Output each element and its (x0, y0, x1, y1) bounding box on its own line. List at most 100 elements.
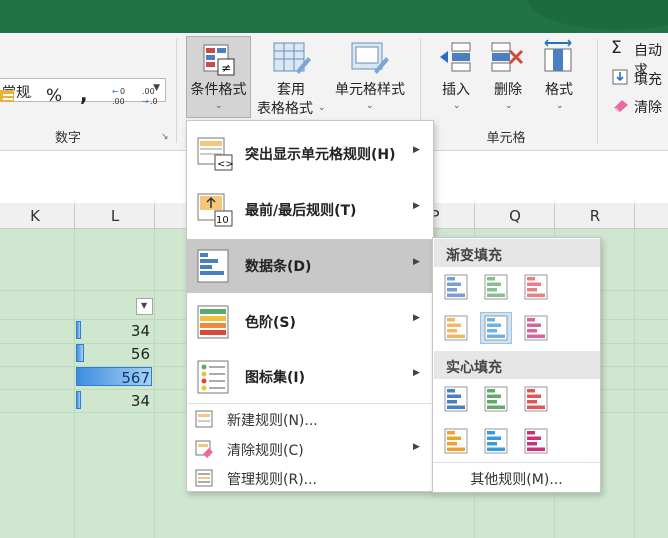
other-rules-item[interactable]: 其他规则(M)... (433, 462, 600, 493)
menu-item-label: 数据条(D) (245, 259, 312, 275)
data-bar-style-icon (524, 428, 548, 454)
highlight-rules-icon: <> (197, 137, 233, 171)
decrease-decimal-icon[interactable]: .00→ .0 (142, 85, 164, 107)
menu-item-label: 突出显示单元格规则(H) (245, 147, 396, 163)
data-bar-style-icon (484, 428, 508, 454)
solid-fill-option[interactable] (481, 426, 511, 456)
autosum-icon[interactable]: Σ (611, 38, 622, 58)
delete-label[interactable]: 删除 (490, 81, 526, 99)
data-bar-style-icon (444, 386, 468, 412)
gradient-fill-option[interactable] (481, 272, 511, 302)
fill-icon[interactable] (612, 69, 628, 85)
menu-item-clear-rules[interactable]: 清除规则(C) ▶ (187, 434, 433, 464)
manage-rules-icon (195, 469, 213, 487)
clear-rules-label: 清除规则(C) (227, 443, 304, 459)
svg-text:10: 10 (216, 215, 229, 226)
solid-fill-header: 实心填充 (434, 351, 600, 379)
chevron-down-icon[interactable]: ⌄ (453, 101, 461, 111)
column-header-r[interactable]: R (580, 207, 610, 225)
menu-item-top-bottom-rules[interactable]: 10 最前/最后规则(T) ▶ (187, 183, 433, 237)
menu-item-label: 色阶(S) (245, 315, 296, 331)
other-rules-label: 其他规则(M)... (470, 472, 563, 488)
data-bars-icon (197, 249, 229, 283)
cell-value[interactable]: 34 (78, 392, 150, 410)
svg-text:.00: .00 (112, 97, 125, 106)
menu-item-icon-sets[interactable]: 图标集(I) ▶ (187, 350, 433, 404)
dialog-launcher-icon[interactable]: ↘ (161, 132, 169, 142)
percent-button[interactable]: % (46, 86, 62, 106)
solid-fill-option[interactable] (521, 384, 551, 414)
gradient-fill-option[interactable] (521, 272, 551, 302)
data-bar-style-icon (484, 274, 508, 300)
solid-fill-label: 实心填充 (446, 360, 502, 376)
cell-value[interactable]: 56 (78, 345, 150, 363)
format-label[interactable]: 格式 (541, 81, 577, 99)
clear-rules-icon (195, 440, 213, 458)
format-as-table-label2[interactable]: 表格格式 (252, 100, 318, 118)
cell-value[interactable]: 34 (78, 322, 150, 340)
column-header-k[interactable]: K (20, 207, 50, 225)
svg-text:.00: .00 (142, 87, 155, 96)
data-bars-submenu: 渐变填充 实心填充 其他规则(M)... (432, 237, 601, 493)
manage-rules-label: 管理规则(R)... (227, 472, 318, 488)
chevron-down-icon[interactable]: ⌄ (505, 101, 513, 111)
accounting-format-icon[interactable] (0, 86, 22, 108)
solid-fill-option[interactable] (441, 384, 471, 414)
gradient-fill-option[interactable] (441, 272, 471, 302)
cell-styles-label[interactable]: 单元格样式 (330, 81, 410, 99)
data-bar-style-icon (484, 386, 508, 412)
svg-text:0: 0 (120, 87, 125, 96)
conditional-formatting-label: 条件格式 (190, 82, 247, 98)
format-cells-icon[interactable] (541, 39, 577, 75)
eraser-icon[interactable] (612, 97, 630, 113)
solid-fill-option[interactable] (441, 426, 471, 456)
gradient-fill-option[interactable] (441, 313, 471, 343)
svg-text:→: → (142, 97, 149, 106)
menu-item-data-bars[interactable]: 数据条(D) ▶ (187, 239, 433, 293)
cells-group-label: 单元格 (486, 131, 526, 146)
cell-value[interactable]: 567 (78, 369, 150, 387)
chevron-down-icon[interactable]: ⌄ (556, 101, 564, 111)
fill-label[interactable]: 填充 (634, 69, 662, 89)
format-as-table-icon[interactable] (272, 41, 312, 77)
conditional-formatting-button[interactable]: ≠ 条件格式 ⌄ (186, 36, 251, 118)
solid-fill-option[interactable] (521, 426, 551, 456)
menu-item-manage-rules[interactable]: 管理规则(R)... (187, 463, 433, 493)
increase-decimal-icon[interactable]: ← 0.00 (112, 85, 134, 107)
data-bar-style-icon (524, 386, 548, 412)
insert-label[interactable]: 插入 (438, 81, 474, 99)
data-bar-style-icon (444, 315, 468, 341)
new-rule-icon (195, 410, 213, 428)
chevron-right-icon: ▶ (413, 442, 420, 452)
cell-styles-icon[interactable] (350, 41, 390, 77)
gradient-fill-option[interactable] (480, 312, 512, 344)
format-as-table-label1[interactable]: 套用 (258, 81, 324, 99)
data-bar-style-icon (444, 274, 468, 300)
chevron-right-icon: ▶ (413, 145, 420, 155)
solid-fill-option[interactable] (481, 384, 511, 414)
column-header-q[interactable]: Q (500, 207, 530, 225)
comma-button[interactable]: , (80, 82, 88, 106)
top-bottom-rules-icon: 10 (197, 193, 233, 227)
gradient-fill-option[interactable] (521, 313, 551, 343)
filter-dropdown-button[interactable]: ▼ (136, 298, 153, 315)
chevron-down-icon: ▼ (141, 301, 148, 310)
menu-item-new-rule[interactable]: 新建规则(N)... (187, 404, 433, 434)
color-scales-icon (197, 305, 229, 339)
number-group-label: 数字 (54, 131, 81, 146)
data-bar-style-icon (524, 274, 548, 300)
svg-text:.0: .0 (150, 97, 158, 106)
title-bar (0, 0, 668, 33)
chevron-right-icon: ▶ (413, 257, 420, 267)
column-header-l[interactable]: L (100, 207, 130, 225)
chevron-down-icon[interactable]: ⌄ (26, 91, 34, 101)
chevron-down-icon[interactable]: ⌄ (318, 103, 326, 113)
insert-cells-icon[interactable] (438, 41, 474, 75)
clear-label[interactable]: 清除 (634, 97, 662, 117)
menu-item-label: 图标集(I) (245, 370, 306, 386)
menu-item-color-scales[interactable]: 色阶(S) ▶ (187, 295, 433, 349)
delete-cells-icon[interactable] (490, 41, 526, 75)
menu-item-highlight-rules[interactable]: <> 突出显示单元格规则(H) ▶ (187, 127, 433, 181)
chevron-down-icon[interactable]: ⌄ (366, 101, 374, 111)
chevron-right-icon: ▶ (413, 201, 420, 211)
